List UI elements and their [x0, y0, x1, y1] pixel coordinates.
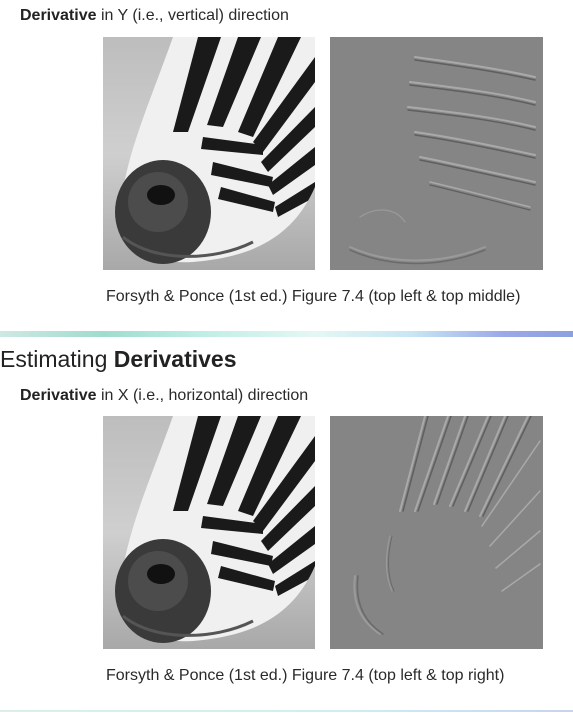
subtitle-y-direction: Derivative in Y (i.e., vertical) directi… [20, 6, 289, 26]
zebra-original-image [103, 416, 315, 649]
zebra-x-derivative-image [330, 416, 543, 649]
subtitle-text: in X (i.e., horizontal) direction [96, 387, 309, 404]
slide-bottom-border [0, 710, 573, 712]
slide-title-bold: Derivatives [113, 346, 237, 372]
subtitle-x-direction: Derivative in X (i.e., horizontal) direc… [20, 386, 308, 406]
figure-caption-top: Forsyth & Ponce (1st ed.) Figure 7.4 (to… [106, 288, 521, 305]
zebra-y-derivative-image [330, 37, 543, 270]
subtitle-bold: Derivative [20, 387, 97, 404]
subtitle-text: in Y (i.e., vertical) direction [96, 7, 289, 24]
subtitle-bold: Derivative [20, 7, 97, 24]
figure-caption-bottom: Forsyth & Ponce (1st ed.) Figure 7.4 (to… [106, 667, 505, 684]
zebra-original-image [103, 37, 315, 270]
slide-title: Estimating Derivatives [0, 345, 237, 373]
slide-title-plain: Estimating [0, 346, 114, 372]
slide-divider [0, 331, 573, 337]
